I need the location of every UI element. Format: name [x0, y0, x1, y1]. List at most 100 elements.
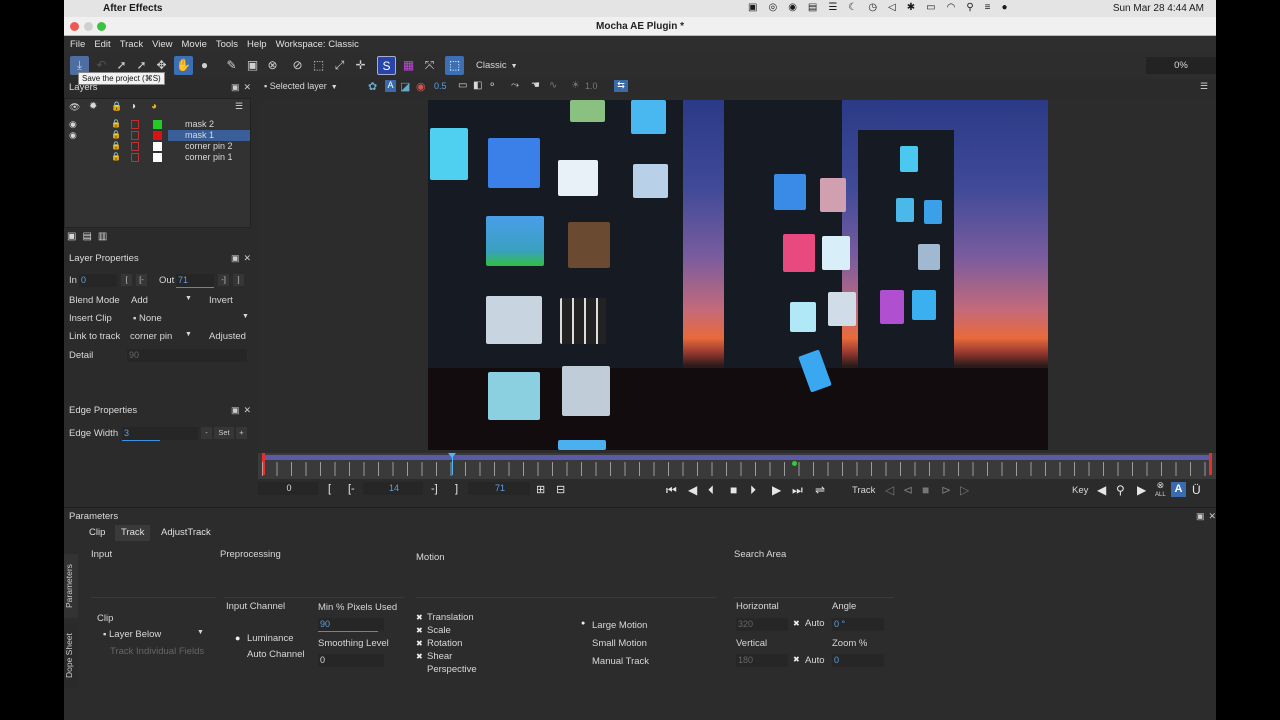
doc-icon[interactable]: ▤ — [808, 2, 817, 13]
sync-icon[interactable]: ◉ — [788, 2, 797, 13]
timeline-range-bar[interactable] — [262, 455, 1212, 460]
parameters-controls[interactable]: ▣✕ — [1196, 511, 1220, 522]
volume-icon[interactable]: ◁ — [888, 2, 896, 13]
layer-row[interactable]: ◉ 🔒 mask 1 — [65, 130, 252, 141]
track-step-forward-button[interactable]: ⊳ — [941, 483, 951, 497]
viewer-canvas[interactable] — [258, 98, 1216, 453]
matte-toggle[interactable] — [131, 142, 139, 151]
go-to-in-button[interactable]: [- — [348, 483, 355, 495]
rect-tool-icon[interactable]: ▣ — [243, 56, 262, 75]
track-backward-button[interactable]: ◁ — [885, 483, 894, 497]
in-field[interactable]: 0 — [79, 274, 117, 287]
large-motion-radio-selected[interactable]: ● — [581, 620, 585, 627]
move-tool-icon[interactable]: ✛ — [351, 56, 370, 75]
angle-field[interactable]: 0 ° — [832, 618, 884, 631]
layer-color-swatch[interactable] — [153, 142, 162, 151]
link-tool-icon[interactable]: ⊘ — [288, 56, 307, 75]
key-lock-button[interactable]: Ü — [1192, 483, 1201, 497]
grid-tool-icon[interactable]: ▦ — [399, 56, 418, 75]
new-folder-icon[interactable]: ▣ — [67, 231, 82, 242]
side-tab-dope-sheet[interactable]: Dope Sheet — [64, 623, 78, 688]
go-to-out-button[interactable]: -] — [431, 483, 438, 495]
os-app-name[interactable]: After Effects — [103, 3, 162, 14]
rotation-checkbox[interactable]: Rotation — [427, 638, 462, 649]
out-point-field[interactable]: 71 — [468, 482, 530, 495]
prev-key-button[interactable]: ◀ — [1097, 483, 1106, 497]
edge-width-field[interactable]: 3 — [122, 427, 198, 440]
scale-tool-icon[interactable]: ⤢ — [330, 56, 349, 75]
set-out-button[interactable]: ] — [233, 274, 244, 286]
matte-toggle[interactable] — [131, 120, 139, 129]
circle-tool-icon[interactable]: ⊗ — [263, 56, 282, 75]
surface-tool-icon[interactable]: S — [377, 56, 396, 75]
layer-color-swatch[interactable] — [153, 153, 162, 162]
lock-icon[interactable]: 🔒 — [111, 152, 121, 161]
workspace-dropdown[interactable]: Classic ▼ — [476, 60, 518, 71]
manual-track-radio-label[interactable]: Manual Track — [592, 656, 649, 667]
ae-status-icon[interactable]: ▣ — [748, 2, 757, 13]
wifi-icon[interactable]: ◠ — [947, 2, 956, 13]
stack-icon[interactable]: ☰ — [828, 2, 837, 13]
detail-field[interactable]: 90 — [127, 349, 247, 362]
menu-track[interactable]: Track — [120, 36, 148, 53]
delete-all-keys-button[interactable]: ⊗ ALL — [1155, 481, 1166, 499]
menu-help[interactable]: Help — [247, 36, 272, 53]
layer-color-icon[interactable]: ◪ — [400, 80, 410, 93]
selected-layer-dropdown[interactable]: ▪ Selected layer ▼ — [264, 81, 338, 91]
layer-color-swatch[interactable] — [153, 131, 162, 140]
layer-row[interactable]: 🔒 corner pin 1 — [65, 152, 252, 163]
next-key-button[interactable]: ▶ — [1137, 483, 1146, 497]
layer-row[interactable]: 🔒 corner pin 2 — [65, 141, 252, 152]
go-in-button[interactable]: [- — [136, 274, 147, 286]
brightness-icon[interactable]: ☀ — [571, 80, 580, 91]
perspective-checkbox[interactable]: Perspective — [427, 664, 477, 675]
tab-adjust-track[interactable]: AdjustTrack — [155, 525, 217, 541]
siri-icon[interactable]: ● — [1002, 2, 1008, 13]
set-in-point-button[interactable]: [ — [328, 483, 331, 495]
set-edge-button[interactable]: Set — [214, 427, 234, 439]
in-point-field[interactable]: 14 — [363, 482, 423, 495]
edge-properties-controls[interactable]: ▣✕ — [231, 405, 255, 416]
link-to-track-dropdown[interactable]: corner pin ▼ — [130, 331, 192, 342]
frame-start-field[interactable]: 0 — [258, 482, 318, 495]
matte-toggle[interactable] — [131, 131, 139, 140]
set-in-button[interactable]: [ — [121, 274, 132, 286]
lock-icon[interactable]: 🔒 — [111, 119, 121, 128]
track-forward-button[interactable]: ▷ — [960, 483, 969, 497]
blend-mode-dropdown[interactable]: Add ▼ — [131, 295, 192, 306]
layers-panel-controls[interactable]: ▣✕ — [231, 82, 255, 93]
rotation-check-icon[interactable]: ✖ — [416, 639, 423, 648]
menu-edit[interactable]: Edit — [94, 36, 115, 53]
vertical-auto-check-icon[interactable]: ✖ — [793, 655, 800, 664]
hand-icon[interactable]: ☚ — [531, 80, 540, 91]
shear-check-icon[interactable]: ✖ — [416, 652, 423, 661]
track-step-backward-button[interactable]: ⊲ — [903, 483, 913, 497]
horizontal-auto-check-icon[interactable]: ✖ — [793, 619, 800, 628]
eye-icon[interactable]: ◉ — [69, 130, 77, 141]
adjusted-checkbox[interactable]: Adjusted — [209, 331, 246, 342]
smoothing-level-field[interactable]: 0 — [318, 654, 384, 667]
track-individual-fields-checkbox[interactable]: Track Individual Fields — [110, 646, 204, 657]
menu-workspace[interactable]: Workspace: Classic — [276, 36, 364, 53]
opacity-value[interactable]: 0.5 — [434, 81, 447, 91]
link-icon[interactable]: ∿ — [549, 80, 557, 91]
min-pixels-field[interactable]: 90 — [318, 618, 384, 631]
small-motion-radio-label[interactable]: Small Motion — [592, 638, 647, 649]
layer-color-swatch[interactable] — [153, 120, 162, 129]
translation-check-icon[interactable]: ✖ — [416, 613, 423, 622]
keyframe-marker[interactable] — [792, 461, 797, 466]
horizontal-field[interactable]: 320 — [736, 618, 788, 631]
track-overlay-icon[interactable]: ⤳ — [511, 80, 519, 91]
translation-checkbox[interactable]: Translation — [427, 612, 474, 623]
pan-hand-tool-icon[interactable]: ✋ — [174, 56, 193, 75]
zoom-value[interactable]: 1.0 — [585, 81, 598, 91]
menu-file[interactable]: File — [70, 36, 90, 53]
track-stop-button[interactable]: ■ — [922, 483, 929, 497]
menu-view[interactable]: View — [152, 36, 177, 53]
bezier-tool-icon[interactable]: ✎ — [222, 56, 241, 75]
scale-check-icon[interactable]: ✖ — [416, 626, 423, 635]
zoom-field[interactable]: 0 — [832, 654, 884, 667]
rotate-tool-icon[interactable]: ⬚ — [309, 56, 328, 75]
matte-toggle[interactable] — [131, 153, 139, 162]
os-clock[interactable]: Sun Mar 28 4:44 AM — [1113, 3, 1204, 14]
